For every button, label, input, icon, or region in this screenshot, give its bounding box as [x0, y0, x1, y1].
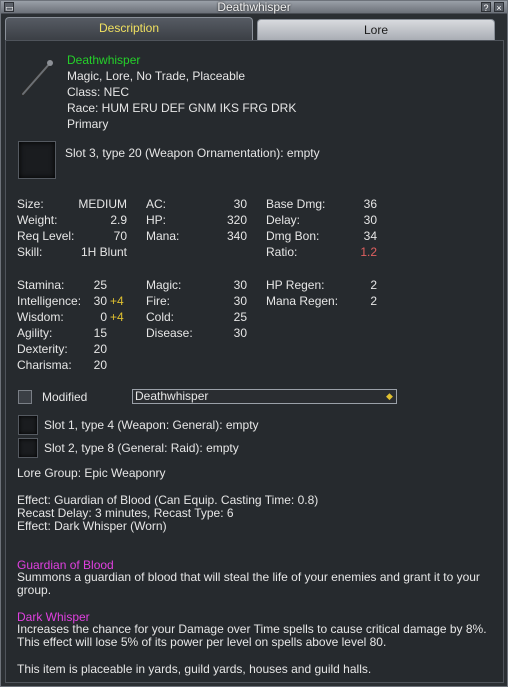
fire-label: Fire: [146, 294, 170, 308]
ac-value: 30 [233, 197, 247, 211]
effect-line-1: Effect: Guardian of Blood (Can Equip. Ca… [17, 493, 319, 507]
disease-value: 30 [233, 326, 247, 340]
modified-select[interactable]: Deathwhisper ◆ [132, 389, 397, 404]
mana-label: Mana: [146, 229, 180, 243]
dmg-bon-label: Dmg Bon: [266, 229, 320, 243]
placeable-note: This item is placeable in yards, guild y… [17, 662, 372, 676]
aug-slot-1[interactable] [18, 415, 38, 435]
aug-slot-2[interactable] [18, 438, 38, 458]
base-dmg-label: Base Dmg: [266, 197, 326, 211]
mana-regen-value: 2 [370, 294, 377, 308]
modified-label: Modified [42, 390, 88, 404]
dmg-bon-value: 34 [363, 229, 377, 243]
hp-regen-label: HP Regen: [266, 278, 325, 292]
spell-1-text: Summons a guardian of blood that will st… [17, 570, 480, 597]
dexterity-label: Dexterity: [17, 342, 68, 356]
ornament-slot-text: Slot 3, type 20 (Weapon Ornamentation): … [65, 146, 320, 160]
window-title: Deathwhisper [217, 0, 291, 14]
spell-2-text: Increases the chance for your Damage ove… [17, 622, 487, 649]
wisdom-label: Wisdom: [17, 310, 64, 324]
item-name: Deathwhisper [67, 53, 141, 67]
stamina-label: Stamina: [17, 278, 65, 292]
aug-slot-1-text: Slot 1, type 4 (Weapon: General): empty [44, 418, 259, 432]
weight-value: 2.9 [110, 213, 127, 227]
base-dmg-value: 36 [363, 197, 377, 211]
title-bar[interactable]: ▭ Deathwhisper ? × [1, 0, 507, 14]
item-slot: Primary [67, 117, 109, 131]
tab-lore[interactable]: Lore [257, 19, 495, 40]
intelligence-bonus: +4 [110, 294, 124, 308]
skill-label: Skill: [17, 245, 43, 259]
tab-description[interactable]: Description [5, 17, 253, 41]
magic-label: Magic: [146, 278, 182, 292]
lore-group: Lore Group: Epic Weaponry [17, 466, 166, 480]
wisdom-bonus: +4 [110, 310, 124, 324]
weight-label: Weight: [17, 213, 58, 227]
req-level-value: 70 [113, 229, 127, 243]
mana-regen-label: Mana Regen: [266, 294, 339, 308]
staff-icon[interactable] [17, 56, 57, 98]
intelligence-value: 30 [93, 294, 107, 308]
item-flags: Magic, Lore, No Trade, Placeable [67, 69, 246, 83]
effect-line-3: Effect: Dark Whisper (Worn) [17, 519, 167, 533]
cold-label: Cold: [146, 310, 175, 324]
size-value: MEDIUM [78, 197, 127, 211]
hp-value: 320 [226, 213, 247, 227]
dexterity-value: 20 [93, 342, 107, 356]
charisma-label: Charisma: [17, 358, 72, 372]
effect-line-2: Recast Delay: 3 minutes, Recast Type: 6 [17, 506, 234, 520]
skill-value: 1H Blunt [80, 245, 127, 259]
modified-select-value: Deathwhisper [135, 389, 209, 403]
agility-label: Agility: [17, 326, 53, 340]
item-class: Class: NEC [67, 85, 130, 99]
tab-bar: Description Lore [5, 15, 505, 41]
stamina-value: 25 [93, 278, 107, 292]
ornament-slot[interactable] [18, 141, 56, 179]
modified-checkbox[interactable] [18, 390, 32, 404]
delay-label: Delay: [266, 213, 301, 227]
close-button[interactable]: × [494, 2, 504, 13]
magic-value: 30 [233, 278, 247, 292]
agility-value: 15 [93, 326, 107, 340]
delay-value: 30 [363, 213, 377, 227]
disease-label: Disease: [146, 326, 193, 340]
hp-label: HP: [146, 213, 167, 227]
item-window: ▭ Deathwhisper ? × Description Lore Deat… [0, 0, 508, 687]
charisma-value: 20 [93, 358, 107, 372]
hp-regen-value: 2 [370, 278, 377, 292]
ac-label: AC: [146, 197, 167, 211]
fire-value: 30 [233, 294, 247, 308]
size-label: Size: [17, 197, 44, 211]
dropdown-arrow-icon[interactable]: ◆ [384, 391, 395, 402]
ratio-label: Ratio: [266, 245, 298, 259]
wisdom-value: 0 [100, 310, 107, 324]
ratio-value: 1.2 [360, 245, 377, 259]
help-button[interactable]: ? [481, 2, 491, 13]
aug-slot-2-text: Slot 2, type 8 (General: Raid): empty [44, 441, 239, 455]
item-race: Race: HUM ERU DEF GNM IKS FRG DRK [67, 101, 297, 115]
cold-value: 25 [233, 310, 247, 324]
mana-value: 340 [226, 229, 247, 243]
